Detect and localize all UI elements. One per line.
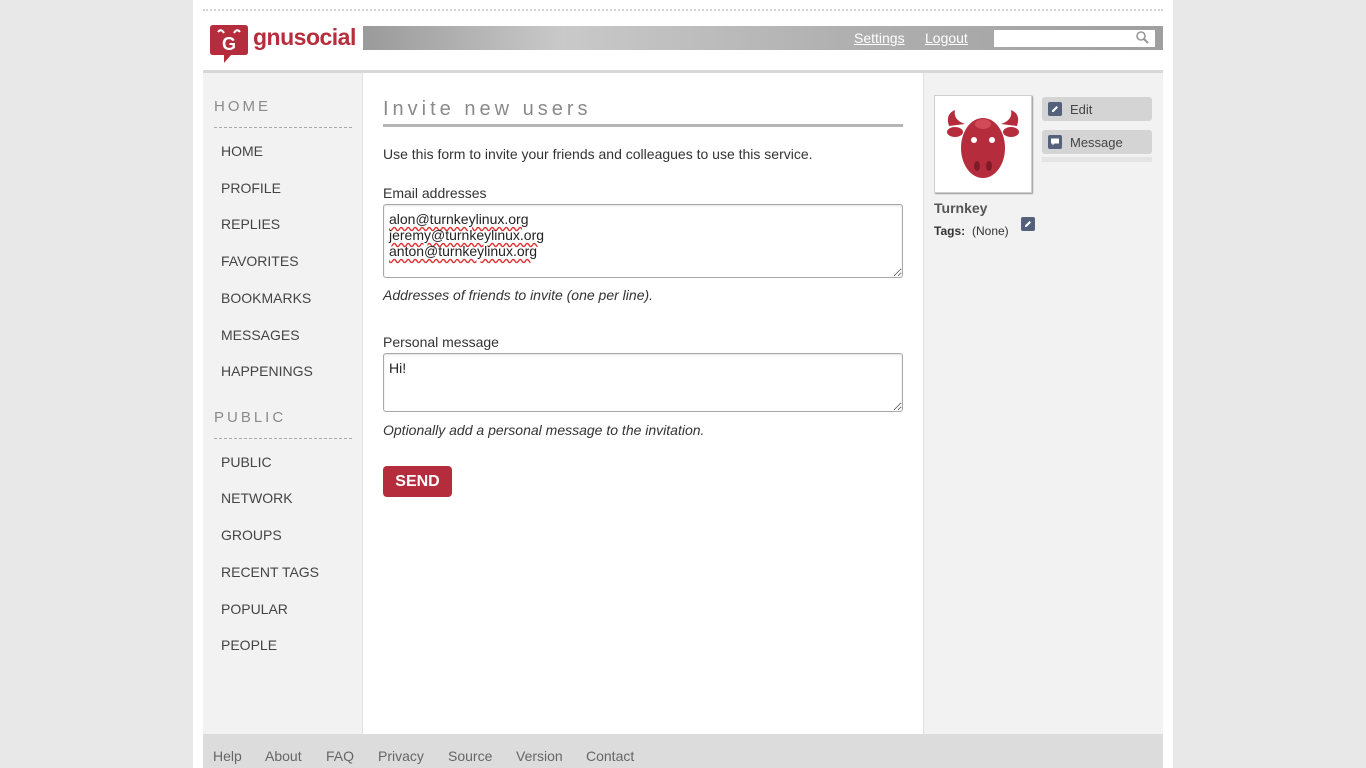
footer-link-faq[interactable]: FAQ	[326, 748, 354, 764]
footer-link-privacy[interactable]: Privacy	[378, 748, 424, 764]
sidebar-item-popular[interactable]: POPULAR	[221, 601, 288, 617]
avatar[interactable]	[934, 95, 1032, 193]
footer-link-help[interactable]: Help	[213, 748, 242, 764]
email-addresses-field[interactable]: alon@turnkeylinux.org jeremy@turnkeylinu…	[383, 204, 903, 278]
sidebar-item-groups[interactable]: GROUPS	[221, 527, 282, 543]
actions-footer-strip	[1042, 157, 1152, 162]
speech-bubble-icon	[1048, 135, 1062, 149]
public-section-title: PUBLIC	[214, 409, 287, 426]
edit-tags-icon[interactable]	[1021, 217, 1035, 231]
profile-sidebar: Edit Message Turnkey Tags: (None)	[923, 73, 1163, 734]
search-input[interactable]	[994, 30, 1155, 47]
sidebar-item-messages[interactable]: MESSAGES	[221, 327, 300, 343]
title-underline	[383, 124, 903, 127]
sidebar-item-recent-tags[interactable]: RECENT TAGS	[221, 564, 319, 580]
magnifier-icon[interactable]	[1135, 30, 1150, 45]
page-wrapper: G gnusocial Settings Logout HOME HOME PR…	[193, 0, 1173, 768]
personal-message-hint: Optionally add a personal message to the…	[383, 422, 705, 438]
footer: Help About FAQ Privacy Source Version Co…	[203, 734, 1163, 768]
top-nav-bar: Settings Logout	[363, 26, 1163, 50]
gnusocial-logo-icon: G	[210, 25, 248, 63]
personal-message-label: Personal message	[383, 334, 499, 350]
sidebar-item-bookmarks[interactable]: BOOKMARKS	[221, 290, 311, 306]
site-logo[interactable]: G gnusocial	[209, 22, 356, 66]
edit-label: Edit	[1070, 102, 1093, 117]
profile-name[interactable]: Turnkey	[934, 200, 987, 216]
home-section-title: HOME	[214, 98, 271, 115]
tags-value: (None)	[972, 224, 1009, 238]
settings-link[interactable]: Settings	[854, 30, 905, 46]
logout-link[interactable]: Logout	[925, 30, 968, 46]
sidebar-item-profile[interactable]: PROFILE	[221, 180, 281, 196]
edit-profile-button[interactable]: Edit	[1042, 97, 1152, 121]
home-section-divider	[214, 127, 352, 128]
sidebar-item-network[interactable]: NETWORK	[221, 490, 293, 506]
main-content: Invite new users Use this form to invite…	[363, 73, 923, 734]
sidebar-item-replies[interactable]: REPLIES	[221, 216, 280, 232]
footer-link-source[interactable]: Source	[448, 748, 492, 764]
public-section-divider	[214, 438, 352, 439]
intro-text: Use this form to invite your friends and…	[383, 146, 813, 162]
sidebar-item-people[interactable]: PEOPLE	[221, 637, 277, 653]
logo-text: gnusocial	[253, 24, 356, 50]
email-hint: Addresses of friends to invite (one per …	[383, 287, 654, 303]
page-title: Invite new users	[383, 98, 592, 120]
footer-link-about[interactable]: About	[265, 748, 302, 764]
sidebar-item-happenings[interactable]: HAPPENINGS	[221, 363, 313, 379]
svg-text:G: G	[222, 34, 236, 54]
message-label: Message	[1070, 135, 1123, 150]
tags-label: Tags:	[934, 224, 966, 238]
bull-avatar-icon	[947, 110, 1019, 178]
footer-link-version[interactable]: Version	[516, 748, 563, 764]
sidebar-item-home[interactable]: HOME	[221, 143, 263, 159]
footer-link-contact[interactable]: Contact	[586, 748, 634, 764]
sidebar-item-public[interactable]: PUBLIC	[221, 454, 272, 470]
left-sidebar: HOME HOME PROFILE REPLIES FAVORITES BOOK…	[203, 73, 363, 734]
personal-message-field[interactable]: Hi!	[383, 353, 903, 412]
email-label: Email addresses	[383, 185, 487, 201]
message-button[interactable]: Message	[1042, 130, 1152, 154]
top-dotted-divider	[203, 9, 1163, 11]
pencil-icon	[1048, 102, 1062, 116]
send-button[interactable]: SEND	[383, 466, 452, 497]
sidebar-item-favorites[interactable]: FAVORITES	[221, 253, 299, 269]
